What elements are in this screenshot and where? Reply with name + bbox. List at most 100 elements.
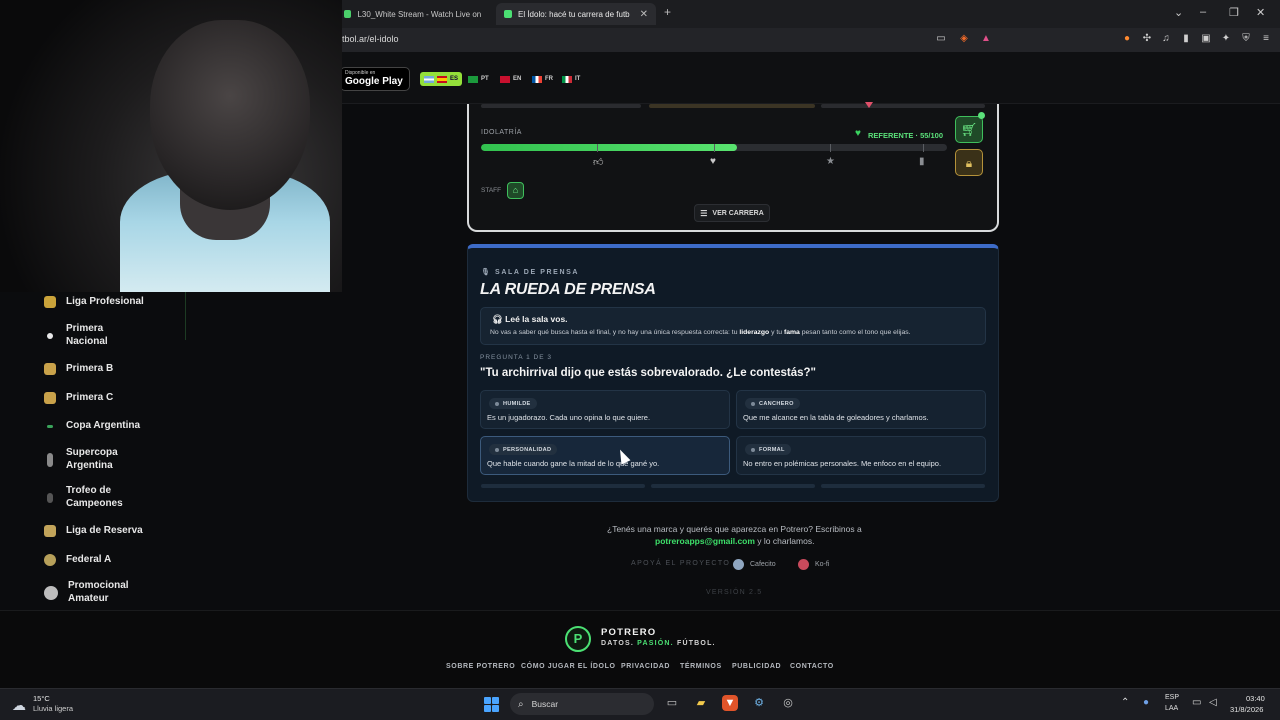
footer-link-sobre[interactable]: SOBRE POTRERO [446, 663, 515, 670]
league-label: Supercopa Argentina [66, 447, 118, 471]
webcam-overlay [0, 0, 342, 292]
menu-icon[interactable]: ≡ [1260, 33, 1272, 45]
close-tab-icon[interactable]: ✕ [640, 9, 648, 20]
tab-el-idolo[interactable]: El Ídolo: hacé tu carrera de futb ✕ [496, 3, 656, 25]
answer-text: Que hable cuando gane la mitad de lo que… [487, 459, 660, 468]
input-layout[interactable]: LAA [1165, 705, 1178, 712]
clock-time[interactable]: 03:40 [1246, 694, 1265, 703]
puzzle-icon[interactable]: ✣ [1141, 33, 1153, 45]
league-item[interactable]: Liga Profesional [44, 296, 144, 309]
league-item[interactable]: Supercopa Argentina [44, 447, 126, 472]
lang-es[interactable]: ES [420, 72, 463, 86]
idolatria-label: IDOLATRÍA [481, 129, 522, 136]
wallet-icon[interactable]: ▣ [1200, 33, 1212, 45]
task-view-icon[interactable]: ▭ [664, 695, 680, 711]
clock-date[interactable]: 31/8/2026 [1230, 705, 1263, 714]
league-item[interactable]: Promocional Amateur [44, 580, 132, 604]
footer-link-terminos[interactable]: TÉRMINOS [680, 663, 722, 670]
lang-pt[interactable]: PT [464, 72, 493, 86]
stat-strip [481, 104, 985, 110]
footer-link-como-jugar[interactable]: CÓMO JUGAR EL ÍDOLO [521, 663, 616, 670]
lang-fr[interactable]: FR [528, 72, 557, 86]
league-crest-icon [44, 392, 56, 405]
input-lang[interactable]: ESP [1165, 694, 1179, 701]
flag-br-icon [468, 75, 478, 83]
music-icon[interactable]: ♫ [1160, 33, 1172, 45]
league-item[interactable]: Federal A [44, 554, 111, 567]
mic-icon[interactable]: ● [1143, 697, 1149, 708]
answer-option[interactable]: PERSONALIDAD Que hable cuando gane la mi… [480, 436, 730, 475]
extension-icon[interactable]: ● [1121, 33, 1133, 45]
answer-option[interactable]: HUMILDE Es un jugadorazo. Cada uno opina… [480, 390, 730, 429]
answer-tag: HUMILDE [489, 398, 537, 409]
file-explorer-icon[interactable]: ▰ [693, 695, 709, 711]
progress-tick [923, 144, 924, 152]
shop-cart-button[interactable]: 🛒︎ [955, 116, 983, 143]
notification-dot [978, 112, 985, 119]
footer-link-contacto[interactable]: CONTACTO [790, 663, 834, 670]
lang-it[interactable]: IT [558, 72, 584, 86]
lang-en[interactable]: EN [496, 72, 525, 86]
league-label: Federal A [66, 554, 112, 565]
minimize-icon[interactable]: – [1200, 6, 1206, 18]
twitch-tab-icon [344, 10, 352, 18]
league-crest-icon [44, 363, 56, 376]
league-crest-icon [44, 296, 56, 309]
cast-icon[interactable]: ▭ [935, 33, 947, 45]
app-icon[interactable]: ◎ [780, 695, 796, 711]
kofi-link[interactable]: Ko-fi [798, 559, 829, 570]
url-field[interactable]: tbol.ar/el-idolo [342, 34, 399, 44]
tone-icon [495, 401, 499, 406]
steam-icon[interactable]: ⚙ [751, 695, 767, 711]
league-item[interactable]: Trofeo de Campeones [44, 485, 126, 510]
rewards-icon[interactable]: ▲ [980, 33, 992, 45]
maximize-icon[interactable]: ❐ [1229, 6, 1239, 19]
sidebar-toggle-icon[interactable]: ▮ [1180, 33, 1192, 45]
league-item[interactable]: Primera C [44, 392, 113, 405]
tip-title-text: Leé la sala vos. [505, 314, 568, 324]
tone-icon [495, 447, 499, 452]
brave-shield-icon[interactable]: ◈ [958, 33, 970, 45]
staff-button[interactable]: ⌂ [507, 182, 524, 199]
windows-start-icon[interactable] [484, 697, 499, 712]
brave-browser-icon[interactable]: ▼ [722, 695, 738, 711]
ver-carrera-button[interactable]: ☰ VER CARRERA [694, 204, 770, 222]
new-tab-icon[interactable]: + [664, 5, 671, 19]
league-item[interactable]: Copa Argentina [44, 420, 140, 433]
ver-carrera-label: VER CARRERA [712, 209, 764, 217]
bag-button[interactable]: 🔒︎ [955, 149, 983, 176]
leo-ai-icon[interactable]: ✦ [1220, 33, 1232, 45]
google-play-badge[interactable]: Disponible en Google Play [340, 67, 410, 91]
league-label: Promocional Amateur [68, 580, 129, 604]
close-window-icon[interactable]: ✕ [1256, 6, 1265, 19]
footer-link-privacidad[interactable]: PRIVACIDAD [621, 663, 670, 670]
tone-icon [751, 447, 755, 452]
footer-link-publicidad[interactable]: PUBLICIDAD [732, 663, 781, 670]
tray-chevron-icon[interactable]: ⌃ [1121, 697, 1129, 708]
lang-label: FR [545, 76, 553, 82]
league-label: Primera Nacional [66, 323, 108, 347]
sponsor-email-link[interactable]: potreroapps@gmail.com [655, 536, 755, 546]
lang-label: EN [513, 76, 522, 82]
answer-tag: PERSONALIDAD [489, 444, 558, 455]
vpn-icon[interactable]: ⛨ [1240, 33, 1252, 45]
league-item[interactable]: Primera Nacional [44, 323, 126, 348]
network-icon[interactable]: ▭ [1192, 697, 1201, 708]
league-item[interactable]: Primera B [44, 363, 113, 376]
gplay-big-text: Google Play [345, 76, 403, 87]
volume-icon[interactable]: ◁ [1209, 697, 1217, 708]
answer-option[interactable]: FORMAL No entro en polémicas personales.… [736, 436, 986, 475]
answer-option[interactable]: CANCHERO Que me alcance en la tabla de g… [736, 390, 986, 429]
marker-icon [865, 102, 873, 108]
cafecito-link[interactable]: Cafecito [733, 559, 776, 570]
cloud-rain-icon[interactable]: ☁ [12, 697, 26, 714]
league-item[interactable]: Liga de Reserva [44, 525, 143, 538]
league-crest-icon [47, 424, 53, 428]
coffee-icon [733, 559, 744, 570]
taskbar-search[interactable]: ⌕ Buscar [510, 693, 654, 715]
tab-stream[interactable]: L30_White Stream - Watch Live on Ki [336, 3, 490, 25]
league-crest-icon [44, 554, 56, 567]
potrero-logo-icon[interactable]: P [565, 626, 591, 652]
brand-name: POTRERO [601, 627, 657, 638]
tab-list-icon[interactable]: ⌄ [1174, 6, 1183, 19]
